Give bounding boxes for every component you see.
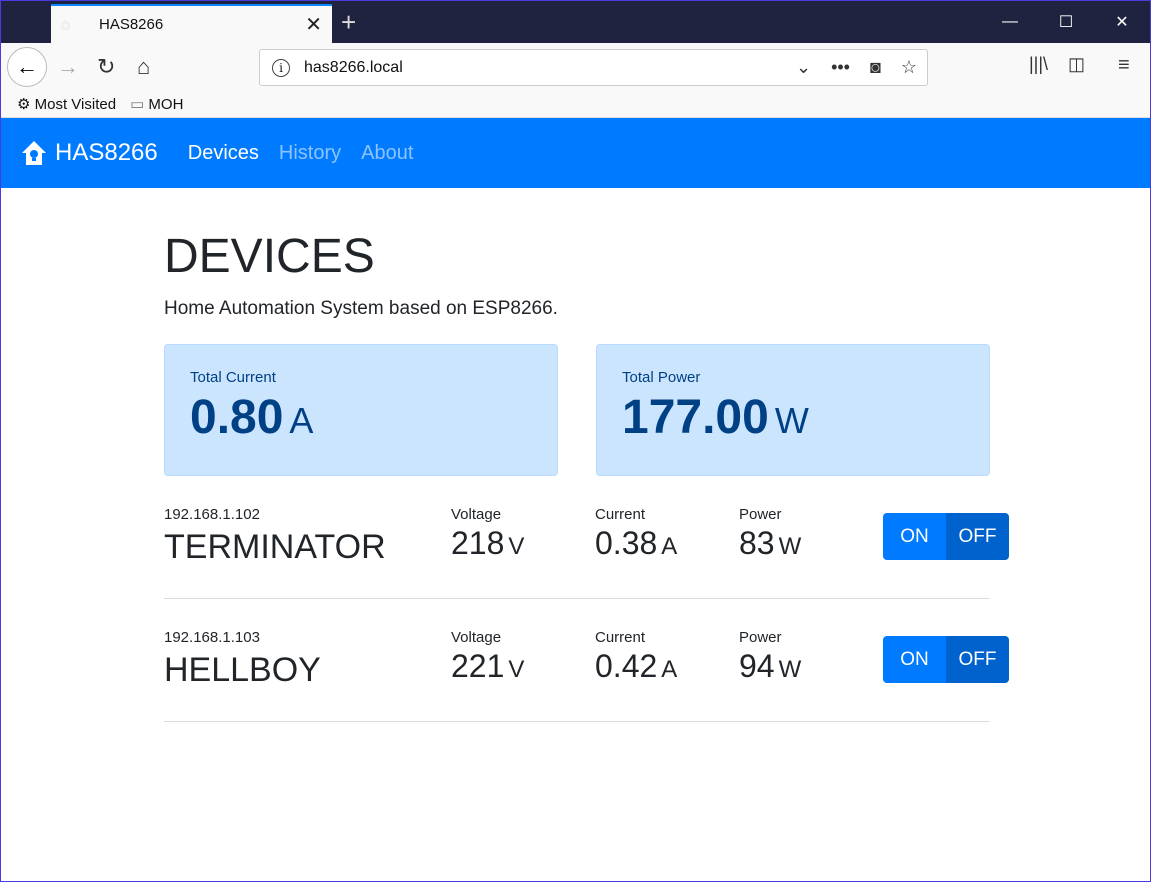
metric-unit: W (778, 656, 802, 683)
house-icon: ⌂ (61, 15, 71, 33)
card-unit: A (289, 400, 314, 441)
metric-value: 0.42 (595, 648, 658, 684)
brand[interactable]: HAS8266 (21, 139, 158, 167)
power-metric: Power 83 W (739, 506, 801, 562)
metric-value: 218 (451, 525, 505, 561)
card-unit: W (774, 400, 809, 441)
current-metric: Current 0.42 A (595, 629, 677, 685)
card-label: Total Power (622, 369, 701, 386)
close-window-button[interactable]: ✕ (1094, 1, 1150, 43)
metric-unit: W (778, 533, 802, 560)
brand-name: HAS8266 (55, 139, 158, 166)
app-navbar: HAS8266 Devices History About (1, 118, 1150, 188)
power-toggle: ON OFF (883, 636, 1009, 683)
card-label: Total Current (190, 369, 276, 386)
library-icon[interactable]: |||\ (1029, 54, 1048, 75)
metric-value: 83 (739, 525, 775, 561)
off-button[interactable]: OFF (946, 636, 1009, 683)
folder-icon: ▭ (130, 96, 145, 113)
main-content: DEVICES Home Automation System based on … (164, 229, 1009, 722)
nav-devices[interactable]: Devices (188, 142, 259, 165)
tab-title: HAS8266 (99, 16, 164, 33)
pocket-icon[interactable]: ◙ (870, 57, 881, 78)
card-value: 0.80 (190, 391, 284, 444)
bookmark-most-visited[interactable]: ⚙ Most Visited (17, 95, 116, 113)
metric-unit: A (661, 656, 678, 683)
power-metric: Power 94 W (739, 629, 801, 685)
device-name: TERMINATOR (164, 528, 386, 566)
gear-icon: ⚙ (17, 96, 31, 113)
metric-value: 0.38 (595, 525, 658, 561)
new-tab-button[interactable]: + (341, 7, 356, 38)
nav-about[interactable]: About (361, 142, 413, 165)
metric-label: Current (595, 506, 646, 523)
card-value: 177.00 (622, 391, 769, 444)
back-button[interactable]: ← (7, 47, 47, 87)
menu-icon[interactable]: ≡ (1118, 54, 1130, 77)
device-name: HELLBOY (164, 651, 321, 689)
metric-unit: V (508, 533, 525, 560)
metric-value: 221 (451, 648, 505, 684)
forward-button[interactable]: → (57, 54, 79, 80)
metric-value: 94 (739, 648, 775, 684)
device-ip: 192.168.1.102 (164, 506, 260, 523)
voltage-metric: Voltage 218 V (451, 506, 524, 562)
voltage-metric: Voltage 221 V (451, 629, 524, 685)
info-icon[interactable]: i (272, 58, 290, 77)
sidebar-icon[interactable]: ◫ (1068, 54, 1085, 75)
nav-history[interactable]: History (279, 142, 341, 165)
on-button[interactable]: ON (883, 636, 946, 683)
device-ip: 192.168.1.103 (164, 629, 260, 646)
reload-button[interactable]: ↻ (97, 54, 115, 80)
metric-label: Voltage (451, 506, 502, 523)
chevron-down-icon[interactable]: ⌄ (796, 57, 811, 78)
metric-label: Voltage (451, 629, 502, 646)
star-icon[interactable]: ☆ (901, 57, 917, 78)
current-metric: Current 0.38 A (595, 506, 677, 562)
off-button[interactable]: OFF (946, 513, 1009, 560)
page-title: DEVICES (164, 230, 375, 283)
close-tab-icon[interactable]: ✕ (305, 12, 322, 37)
metric-label: Current (595, 629, 646, 646)
bookmark-moh[interactable]: ▭ MOH (130, 95, 183, 113)
total-current-card: Total Current 0.80 A (164, 344, 558, 476)
metric-unit: V (508, 656, 525, 683)
device-row: 192.168.1.102 TERMINATOR Voltage 218 V Cur… (164, 476, 1009, 599)
minimize-button[interactable]: — (982, 1, 1038, 43)
maximize-button[interactable]: ☐ (1038, 1, 1094, 43)
browser-titlebar: ⌂ HAS8266 ✕ + — ☐ ✕ (1, 1, 1150, 43)
browser-toolbar: ← → ↻ ⌂ i has8266.local ⌄ ••• ◙ ☆ |||\ ◫… (1, 43, 1150, 91)
metric-unit: A (661, 533, 678, 560)
power-toggle: ON OFF (883, 513, 1009, 560)
device-row: 192.168.1.103 HELLBOY Voltage 221 V Curren… (164, 599, 1009, 722)
bookmarks-bar: ⚙ Most Visited ▭ MOH (1, 91, 1150, 118)
on-button[interactable]: ON (883, 513, 946, 560)
browser-tab[interactable]: ⌂ HAS8266 ✕ (51, 4, 332, 43)
url-text[interactable]: has8266.local (304, 59, 403, 77)
more-icon[interactable]: ••• (831, 57, 850, 78)
total-power-card: Total Power 177.00 W (596, 344, 990, 476)
url-bar[interactable]: i has8266.local ⌄ ••• ◙ ☆ (259, 49, 928, 86)
home-button[interactable]: ⌂ (137, 54, 150, 80)
page-lead: Home Automation System based on ESP8266. (164, 298, 558, 319)
house-bulb-icon (22, 141, 46, 165)
metric-label: Power (739, 629, 782, 646)
metric-label: Power (739, 506, 782, 523)
